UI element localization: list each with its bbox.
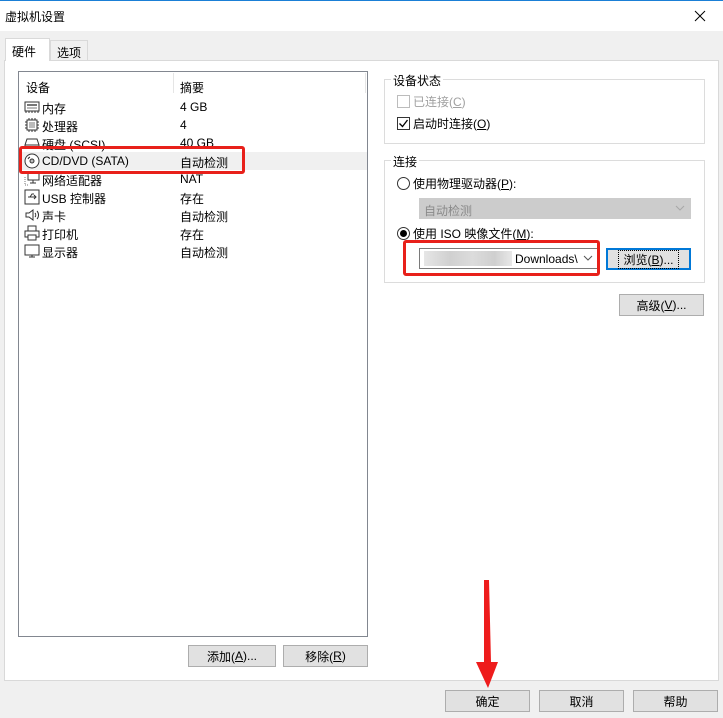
column-separator[interactable] xyxy=(173,73,174,93)
device-row-sound-card[interactable]: 声卡 自动检测 xyxy=(19,206,367,224)
close-icon xyxy=(694,10,706,22)
browse-button[interactable]: 浏览(B)... xyxy=(606,248,691,270)
device-row-usb-controller[interactable]: USB 控制器 存在 xyxy=(19,188,367,206)
hard-disk-icon xyxy=(24,138,40,149)
chevron-down-icon xyxy=(675,205,685,211)
connected-checkbox[interactable]: 已连接(C) xyxy=(397,93,466,110)
column-separator[interactable] xyxy=(365,73,366,93)
device-row-memory[interactable]: 内存 4 GB xyxy=(19,98,367,116)
network-adapter-icon xyxy=(24,172,40,186)
checkbox-box xyxy=(397,95,410,108)
add-device-button[interactable]: 添加(A)... xyxy=(188,645,276,667)
cancel-button[interactable]: 取消 xyxy=(539,690,624,712)
remove-device-button[interactable]: 移除(R) xyxy=(283,645,368,667)
redacted-path xyxy=(424,251,512,266)
device-row-hard-disk[interactable]: 硬盘 (SCSI) 40 GB xyxy=(19,134,367,152)
checkbox-box xyxy=(397,117,410,130)
window-title: 虚拟机设置 xyxy=(5,10,66,24)
cd-dvd-icon xyxy=(24,153,40,169)
iso-path-combobox[interactable]: Downloads\ xyxy=(419,248,599,269)
column-header-device[interactable]: 设备 xyxy=(26,79,50,96)
tab-options[interactable]: 选项 xyxy=(50,40,88,60)
device-list[interactable]: 设备 摘要 内存 4 GB 处理器 4 硬盘 (SCSI) 40 GB CD/D… xyxy=(18,71,368,637)
device-status-title: 设备状态 xyxy=(391,72,444,89)
processor-icon xyxy=(25,118,39,132)
device-list-header: 设备 摘要 xyxy=(19,72,367,96)
radio-circle xyxy=(397,177,410,190)
memory-icon xyxy=(24,101,40,113)
connect-at-power-on-checkbox[interactable]: 启动时连接(O) xyxy=(397,115,490,132)
display-icon xyxy=(24,244,40,258)
advanced-button[interactable]: 高级(V)... xyxy=(619,294,704,316)
radio-circle xyxy=(397,227,410,240)
device-row-printer[interactable]: 打印机 存在 xyxy=(19,224,367,242)
device-row-display[interactable]: 显示器 自动检测 xyxy=(19,242,367,260)
physical-drive-radio[interactable]: 使用物理驱动器(P): xyxy=(397,175,516,192)
physical-drive-select[interactable]: 自动检测 xyxy=(419,198,691,219)
sound-card-icon xyxy=(25,209,39,221)
device-row-cd-dvd[interactable]: CD/DVD (SATA) 自动检测 xyxy=(19,152,367,170)
checkmark-icon xyxy=(399,119,409,128)
title-bar: 虚拟机设置 xyxy=(0,0,723,31)
column-header-summary[interactable]: 摘要 xyxy=(180,79,204,96)
close-button[interactable] xyxy=(677,1,723,31)
help-button[interactable]: 帮助 xyxy=(633,690,718,712)
printer-icon xyxy=(24,225,40,241)
tab-hardware[interactable]: 硬件 xyxy=(5,38,50,61)
chevron-down-icon xyxy=(583,255,593,261)
device-row-processor[interactable]: 处理器 4 xyxy=(19,116,367,134)
iso-image-radio[interactable]: 使用 ISO 映像文件(M): xyxy=(397,225,534,242)
arrow-annotation-icon xyxy=(476,580,498,688)
device-row-network-adapter[interactable]: 网络适配器 NAT xyxy=(19,170,367,188)
usb-controller-icon xyxy=(24,189,40,205)
connection-group: 连接 使用物理驱动器(P): 自动检测 使用 ISO 映像文件(M): Down… xyxy=(384,153,705,283)
ok-button[interactable]: 确定 xyxy=(445,690,530,712)
device-status-group: 设备状态 已连接(C) 启动时连接(O) xyxy=(384,72,705,144)
connection-title: 连接 xyxy=(391,153,420,170)
